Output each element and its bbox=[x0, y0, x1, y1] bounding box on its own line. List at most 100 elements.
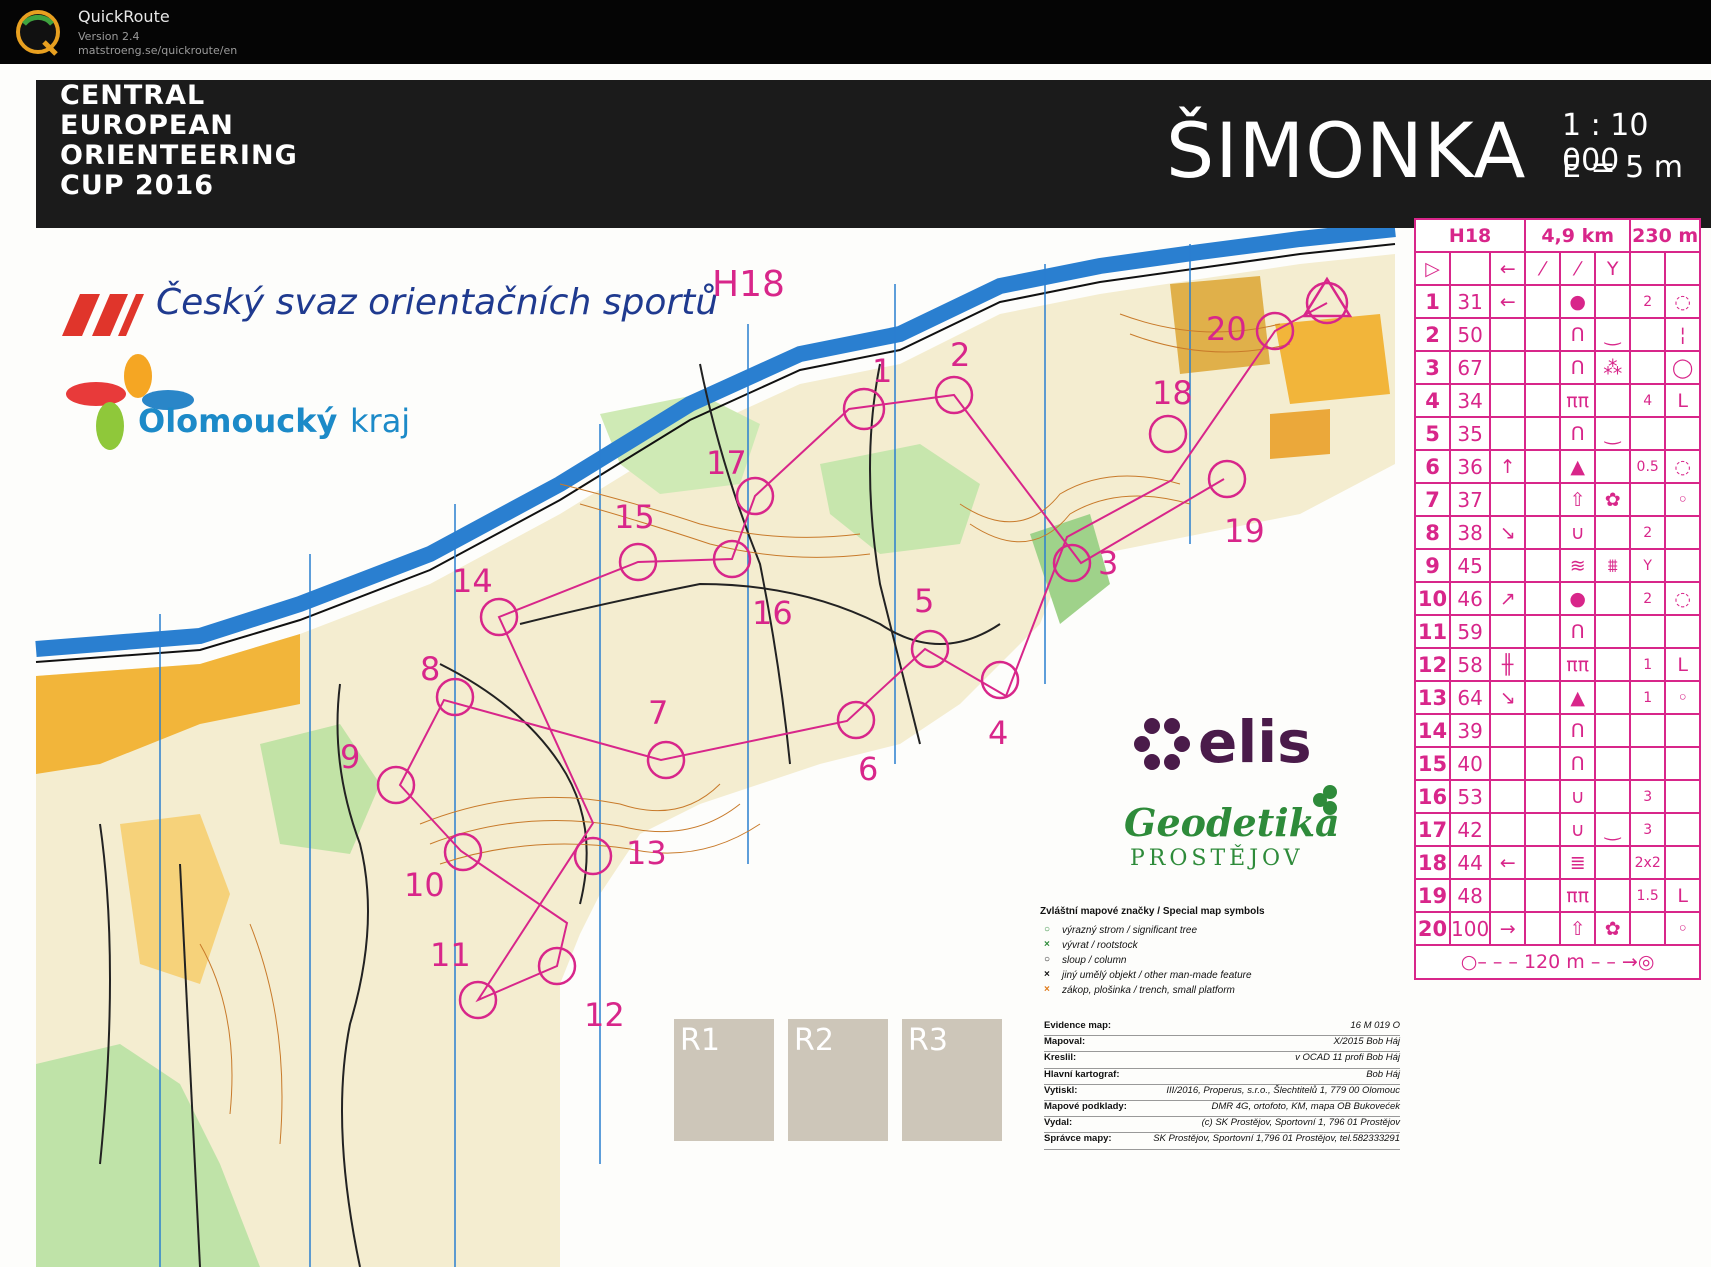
cd-symbol bbox=[1594, 779, 1632, 814]
elis-logo-icon bbox=[1134, 718, 1190, 770]
cd-symbol bbox=[1629, 482, 1667, 517]
cd-symbol: ◌ bbox=[1664, 449, 1702, 484]
rootstock-icon: × bbox=[1044, 939, 1050, 950]
cd-row: 2 50 Ո ‿ ¦ bbox=[1414, 317, 1702, 352]
cd-symbol: L bbox=[1664, 878, 1702, 913]
cd-symbol bbox=[1489, 482, 1527, 517]
cd-control-number: 20 bbox=[1414, 911, 1451, 946]
cd-row: 20 100 → ⇧ ✿ ◦ bbox=[1414, 911, 1702, 946]
app-url[interactable]: matstroeng.se/quickroute/en bbox=[78, 44, 237, 57]
cd-symbol: 2 bbox=[1629, 284, 1667, 319]
cd-control-code: 53 bbox=[1448, 779, 1492, 814]
cd-header-row: H18 4,9 km 230 m bbox=[1413, 218, 1702, 253]
cd-symbol bbox=[1524, 647, 1562, 682]
legend-text: jiný umělý objekt / other man-made featu… bbox=[1062, 970, 1252, 981]
contour-interval: E = 5 m bbox=[1562, 150, 1684, 185]
kraj-name-light: kraj bbox=[350, 402, 411, 440]
cd-symbol bbox=[1594, 581, 1632, 616]
control-number: 16 bbox=[752, 594, 793, 632]
cd-symbol: Ո bbox=[1559, 713, 1597, 748]
cd-symbol: ¦ bbox=[1664, 317, 1702, 352]
cd-control-code: 48 bbox=[1448, 878, 1492, 913]
cd-control-number: 9 bbox=[1414, 548, 1451, 583]
legend-title: Zvláštní mapové značky / Special map sym… bbox=[1040, 906, 1265, 917]
evidence-row: Mapové podklady: DMR 4G, ortofoto, KM, ma… bbox=[1044, 1101, 1400, 1118]
legend-text: sloup / column bbox=[1062, 955, 1127, 966]
cd-control-number: 10 bbox=[1414, 581, 1451, 616]
legend-item: × vývrat / rootstock bbox=[1040, 939, 1420, 955]
cd-finish: ○– – – 120 m – – →◎ bbox=[1413, 944, 1702, 980]
kraj-name-bold: Olomoucký bbox=[138, 402, 338, 440]
cd-symbol bbox=[1664, 845, 1702, 880]
cd-row: 1 31 ← ● 2 ◌ bbox=[1414, 284, 1702, 319]
cd-symbol bbox=[1524, 614, 1562, 649]
cd-symbol bbox=[1594, 647, 1632, 682]
control-number: 9 bbox=[340, 738, 361, 776]
cd-symbol bbox=[1524, 416, 1562, 451]
cd-symbol bbox=[1489, 383, 1527, 418]
cd-symbol bbox=[1489, 878, 1527, 913]
cd-control-number: 4 bbox=[1414, 383, 1451, 418]
cd-symbol: Y bbox=[1629, 548, 1667, 583]
control-number: 17 bbox=[706, 444, 747, 482]
evidence-key: Vytiskl: bbox=[1044, 1084, 1078, 1096]
cd-symbol: Ո bbox=[1559, 350, 1597, 385]
map-sheet: CENTRAL EUROPEAN ORIENTEERING CUP 2016 Š… bbox=[0, 64, 1711, 1267]
cd-symbol bbox=[1594, 284, 1632, 319]
cd-control-number: 12 bbox=[1414, 647, 1451, 682]
cd-symbol: L bbox=[1664, 647, 1702, 682]
cd-symbol bbox=[1524, 449, 1562, 484]
app-version: Version 2.4 bbox=[78, 30, 140, 43]
result-box-r2: R2 bbox=[788, 1019, 888, 1141]
cd-symbol bbox=[1524, 383, 1562, 418]
cd-symbol bbox=[1629, 416, 1667, 451]
legend-text: výrazný strom / significant tree bbox=[1062, 925, 1198, 936]
course-name: H18 bbox=[712, 264, 785, 305]
cd-symbol: ◦ bbox=[1664, 680, 1702, 715]
evidence-value: III/2016, Properus, s.r.o., Šlechtitelů … bbox=[1166, 1084, 1400, 1096]
cd-cell: ⁄ bbox=[1524, 251, 1562, 286]
control-number: 15 bbox=[614, 498, 655, 536]
cd-symbol: ‿ bbox=[1594, 812, 1632, 847]
cd-symbol: ✿ bbox=[1594, 911, 1632, 946]
cd-symbol bbox=[1524, 548, 1562, 583]
cd-symbol: ▲ bbox=[1559, 449, 1597, 484]
cd-cell: Y bbox=[1594, 251, 1632, 286]
cd-symbol bbox=[1524, 812, 1562, 847]
cd-symbol bbox=[1594, 845, 1632, 880]
evidence-row: Hlavní kartograf: Bob Háj bbox=[1044, 1069, 1400, 1085]
open-yellow-area bbox=[1270, 409, 1330, 459]
result-box-label: R3 bbox=[908, 1023, 948, 1058]
cd-symbol bbox=[1629, 350, 1667, 385]
cd-symbol bbox=[1594, 449, 1632, 484]
cd-symbol: 2 bbox=[1629, 581, 1667, 616]
cd-cell bbox=[1629, 251, 1667, 286]
cd-symbol bbox=[1524, 515, 1562, 550]
cd-symbol: ∪ bbox=[1559, 779, 1597, 814]
csos-name: Český svaz orientačních sportů bbox=[156, 282, 719, 323]
cd-control-code: 34 bbox=[1448, 383, 1492, 418]
evidence-key: Evidence map: bbox=[1044, 1020, 1112, 1031]
control-number: 11 bbox=[430, 936, 471, 974]
banner-line: CUP 2016 bbox=[60, 170, 215, 201]
cd-symbol: 1 bbox=[1629, 680, 1667, 715]
cd-symbol: 0.5 bbox=[1629, 449, 1667, 484]
map-name: ŠIMONKA bbox=[1166, 106, 1527, 195]
cd-row: 12 58 ╫ ππ 1 L bbox=[1414, 647, 1702, 682]
cd-symbol bbox=[1524, 746, 1562, 781]
cd-symbol: 3 bbox=[1629, 779, 1667, 814]
cd-symbol: ↑ bbox=[1489, 449, 1527, 484]
cd-control-number: 14 bbox=[1414, 713, 1451, 748]
cd-symbol: ╫ bbox=[1489, 647, 1527, 682]
cd-symbol bbox=[1594, 713, 1632, 748]
cd-symbol bbox=[1594, 614, 1632, 649]
cd-row: 10 46 ↗ ● 2 ◌ bbox=[1414, 581, 1702, 616]
control-descriptions-table: H18 4,9 km 230 m ▷ ← ⁄ ⁄ Y 1 31 ← ● 2 ◌ 2 50 Ո ‿ ¦ 3 67 Ո ⁂ ◯ 4 3… bbox=[1413, 218, 1702, 980]
cd-row: 9 45 ≋ ⩩ Y bbox=[1414, 548, 1702, 583]
cd-control-code: 44 bbox=[1448, 845, 1492, 880]
banner-line: ORIENTEERING bbox=[60, 140, 298, 171]
cd-symbol: Ո bbox=[1559, 614, 1597, 649]
cd-symbol bbox=[1489, 812, 1527, 847]
cd-control-code: 58 bbox=[1448, 647, 1492, 682]
cd-symbol: ← bbox=[1489, 845, 1527, 880]
